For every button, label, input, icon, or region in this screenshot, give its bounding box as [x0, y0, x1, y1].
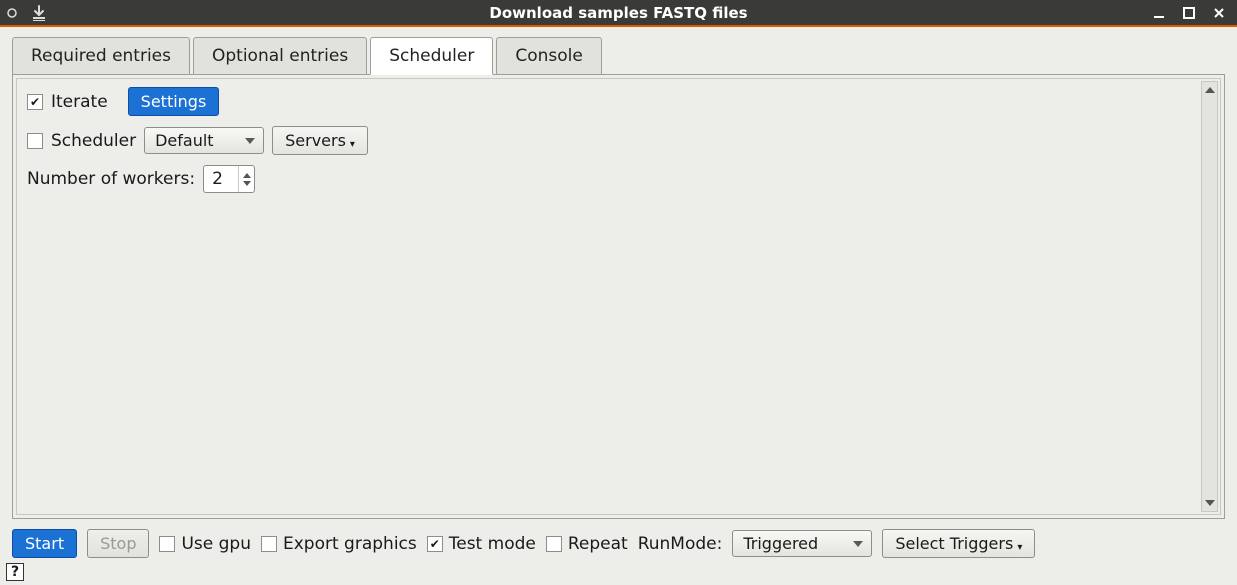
scroll-up-button[interactable]: [1202, 82, 1217, 98]
chevron-down-icon: [245, 138, 255, 144]
servers-button[interactable]: Servers ▾: [272, 126, 368, 155]
spinner-down-icon[interactable]: [243, 181, 251, 186]
scheduler-panel-inner: ✔ Iterate Settings Scheduler Default Ser…: [16, 78, 1221, 515]
scheduler-select[interactable]: Default: [144, 127, 264, 154]
tab-console[interactable]: Console: [496, 37, 602, 75]
select-triggers-button[interactable]: Select Triggers ▾: [882, 529, 1035, 558]
export-graphics-checkbox[interactable]: [261, 536, 277, 552]
scheduler-panel: ✔ Iterate Settings Scheduler Default Ser…: [12, 74, 1225, 519]
maximize-icon[interactable]: [1183, 7, 1195, 19]
runmode-value: Triggered: [743, 534, 818, 553]
tab-required-entries[interactable]: Required entries: [12, 37, 190, 75]
stop-button-label: Stop: [100, 534, 136, 553]
client-area: Required entries Optional entries Schedu…: [0, 27, 1237, 585]
tab-label: Console: [515, 46, 583, 66]
chevron-down-icon: [853, 541, 863, 547]
minimize-icon[interactable]: [1153, 7, 1165, 19]
close-icon[interactable]: [1213, 7, 1225, 19]
bottom-bar: Start Stop Use gpu Export graphics ✔ Tes…: [0, 519, 1237, 562]
start-button-label: Start: [25, 534, 64, 553]
select-triggers-label: Select Triggers: [895, 534, 1013, 553]
scheduler-checkbox[interactable]: [27, 133, 43, 149]
iterate-checkbox[interactable]: ✔: [27, 94, 43, 110]
window-controls: [1153, 7, 1237, 19]
download-icon[interactable]: [30, 4, 48, 22]
triangle-down-icon: [1205, 500, 1215, 506]
help-row: ?: [0, 562, 1237, 585]
triangle-up-icon: [1205, 87, 1215, 93]
menu-caret-icon: ▾: [1017, 542, 1022, 553]
iterate-label: Iterate: [51, 92, 108, 112]
test-mode-label: Test mode: [449, 534, 536, 554]
tab-label: Optional entries: [212, 46, 348, 66]
tabstrip: Required entries Optional entries Schedu…: [12, 37, 1225, 75]
runmode-label: RunMode:: [638, 534, 723, 554]
window-titlebar: Download samples FASTQ files: [0, 0, 1237, 27]
export-graphics-group: Export graphics: [261, 534, 417, 554]
servers-button-label: Servers: [285, 131, 346, 150]
scroll-down-button[interactable]: [1202, 495, 1217, 511]
runmode-group: RunMode:: [638, 534, 723, 554]
use-gpu-group: Use gpu: [159, 534, 251, 554]
titlebar-left-icons: [0, 4, 48, 22]
workers-row: Number of workers: 2: [27, 165, 1210, 193]
settings-button[interactable]: Settings: [128, 87, 220, 116]
help-button[interactable]: ?: [6, 563, 24, 581]
repeat-checkbox[interactable]: [546, 536, 562, 552]
test-mode-group: ✔ Test mode: [427, 534, 536, 554]
settings-button-label: Settings: [141, 92, 207, 111]
use-gpu-label: Use gpu: [181, 534, 251, 554]
tab-optional-entries[interactable]: Optional entries: [193, 37, 367, 75]
tab-container: Required entries Optional entries Schedu…: [12, 37, 1225, 519]
tab-scheduler[interactable]: Scheduler: [370, 37, 493, 75]
workers-spinner[interactable]: 2: [203, 165, 255, 193]
workers-label: Number of workers:: [27, 169, 195, 189]
use-gpu-checkbox[interactable]: [159, 536, 175, 552]
spinner-arrows[interactable]: [238, 166, 254, 192]
app-menu-icon[interactable]: [6, 7, 18, 19]
tab-label: Scheduler: [389, 46, 474, 66]
scheduler-select-value: Default: [155, 131, 213, 150]
repeat-label: Repeat: [568, 534, 628, 554]
workers-value: 2: [204, 166, 238, 192]
export-graphics-label: Export graphics: [283, 534, 417, 554]
test-mode-checkbox[interactable]: ✔: [427, 536, 443, 552]
scheduler-label: Scheduler: [51, 131, 136, 151]
panel-scrollbar[interactable]: [1201, 81, 1218, 512]
iterate-row: ✔ Iterate Settings: [27, 87, 1210, 116]
tab-label: Required entries: [31, 46, 171, 66]
menu-caret-icon: ▾: [350, 139, 355, 150]
window-title: Download samples FASTQ files: [0, 4, 1237, 22]
start-button[interactable]: Start: [12, 529, 77, 558]
stop-button[interactable]: Stop: [87, 529, 149, 558]
spinner-up-icon[interactable]: [243, 173, 251, 178]
scheduler-row: Scheduler Default Servers ▾: [27, 126, 1210, 155]
repeat-group: Repeat: [546, 534, 628, 554]
help-icon: ?: [11, 564, 19, 580]
runmode-select[interactable]: Triggered: [732, 530, 872, 557]
